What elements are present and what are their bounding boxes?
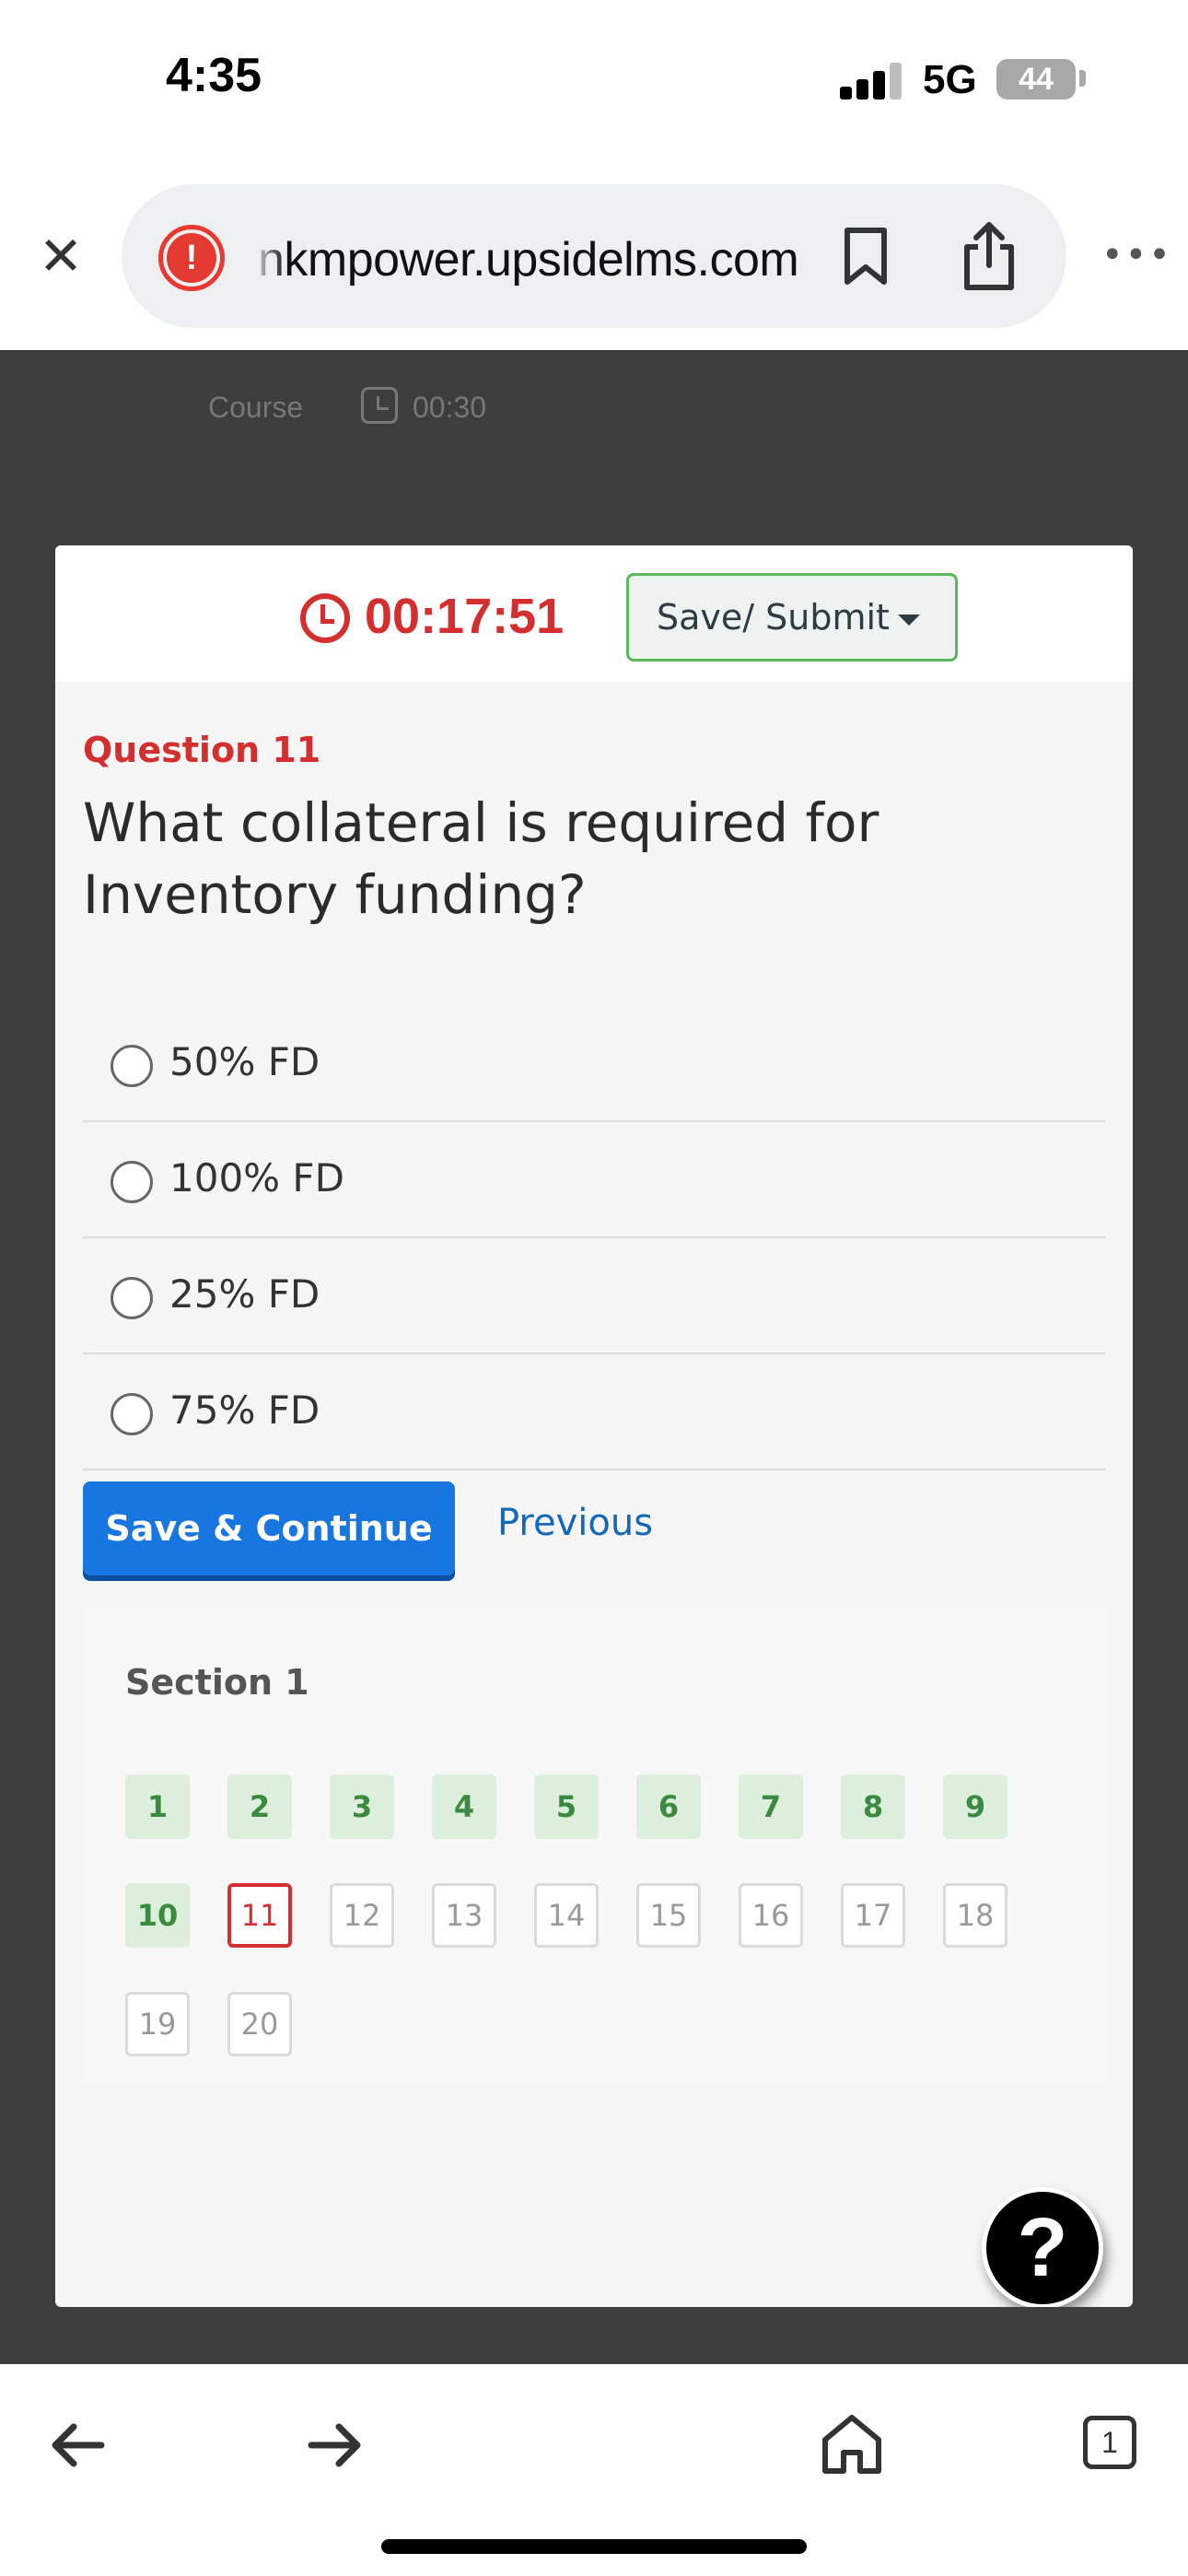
question-nav-button[interactable]: 19 <box>125 1992 190 2056</box>
back-icon[interactable] <box>50 2421 105 2469</box>
radio-button[interactable] <box>111 1277 153 1319</box>
more-icon[interactable]: ••• <box>1101 234 1172 276</box>
quiz-header: 00:17:51 Save/ Submit <box>55 545 1133 682</box>
save-continue-button[interactable]: Save & Continue <box>83 1481 455 1575</box>
forward-icon[interactable] <box>308 2421 363 2469</box>
question-nav-button[interactable]: 16 <box>739 1883 803 1948</box>
radio-button[interactable] <box>111 1161 153 1203</box>
help-button[interactable]: ? <box>982 2187 1103 2307</box>
answer-label[interactable]: 100% FD <box>169 1155 344 1200</box>
breadcrumb[interactable]: Course <box>208 391 303 425</box>
share-icon[interactable] <box>961 221 1017 291</box>
question-nav-button[interactable]: 10 <box>125 1883 190 1948</box>
question-nav-button[interactable]: 3 <box>330 1774 394 1839</box>
question-nav-button[interactable]: 14 <box>534 1883 599 1948</box>
question-nav-button[interactable]: 12 <box>330 1883 394 1948</box>
question-text: What collateral is required for Inventor… <box>83 791 879 926</box>
question-nav-button[interactable]: 15 <box>636 1883 701 1948</box>
answer-option[interactable]: 25% FD <box>83 1238 1105 1354</box>
question-nav-button[interactable]: 17 <box>841 1883 905 1948</box>
clock-icon <box>361 387 398 424</box>
question-nav-button[interactable]: 6 <box>636 1774 701 1839</box>
battery-icon: 44 <box>996 59 1076 100</box>
status-bar: 4:35 5G 44 <box>0 0 1188 175</box>
section-title: Section 1 <box>125 1662 309 1703</box>
caret-down-icon <box>898 615 920 626</box>
answer-label[interactable]: 75% FD <box>169 1388 320 1433</box>
network-type: 5G <box>923 57 977 102</box>
radio-button[interactable] <box>111 1393 153 1435</box>
radio-button[interactable] <box>111 1045 153 1087</box>
tabs-icon[interactable]: 1 <box>1083 2416 1136 2469</box>
url-text[interactable]: nkmpower.upsidelms.com <box>258 232 799 287</box>
url-fade <box>250 221 287 291</box>
question-nav-button[interactable]: 8 <box>841 1774 905 1839</box>
question-nav-button[interactable]: 1 <box>125 1774 190 1839</box>
answer-option[interactable]: 75% FD <box>83 1354 1105 1470</box>
previous-link[interactable]: Previous <box>497 1502 653 1544</box>
question-nav-button[interactable]: 5 <box>534 1774 599 1839</box>
timer-icon <box>300 593 350 643</box>
address-bar[interactable]: ! nkmpower.upsidelms.com <box>122 184 1066 328</box>
question-nav-button[interactable]: 11 <box>227 1883 292 1948</box>
question-nav-button[interactable]: 9 <box>943 1774 1007 1839</box>
bookmark-icon[interactable] <box>842 227 890 286</box>
question-nav-button[interactable]: 4 <box>432 1774 496 1839</box>
question-navigator: Section 1 1 2 3 4 5 6 7 8 9 10 11 12 13 14 15 16 17 18 19 2… <box>83 1605 1105 2084</box>
battery-tip <box>1079 70 1086 87</box>
close-icon[interactable]: ✕ <box>33 228 88 284</box>
quiz-modal: 00:17:51 Save/ Submit Question 11 What c… <box>55 545 1133 2307</box>
tab-count: 1 <box>1101 2426 1118 2459</box>
answer-label[interactable]: 50% FD <box>169 1039 320 1084</box>
question-nav-button[interactable]: 20 <box>227 1992 292 2056</box>
answer-option[interactable]: 100% FD <box>83 1122 1105 1238</box>
save-submit-dropdown[interactable]: Save/ Submit <box>626 573 958 662</box>
question-nav-button[interactable]: 13 <box>432 1883 496 1948</box>
question-number: Question 11 <box>83 730 321 770</box>
answer-option[interactable]: 50% FD <box>83 1006 1105 1122</box>
status-time: 4:35 <box>166 49 262 102</box>
answer-label[interactable]: 25% FD <box>169 1271 320 1317</box>
countdown-timer: 00:17:51 <box>365 589 565 644</box>
question-nav-button[interactable]: 7 <box>739 1774 803 1839</box>
warning-icon[interactable]: ! <box>158 225 225 291</box>
answer-options: 50% FD 100% FD 25% FD 75% FD <box>83 1006 1105 1470</box>
signal-icon <box>840 63 903 100</box>
question-nav-button[interactable]: 2 <box>227 1774 292 1839</box>
save-submit-label: Save/ Submit <box>657 597 890 638</box>
home-icon[interactable] <box>820 2412 884 2476</box>
elapsed-time: 00:30 <box>413 391 487 424</box>
question-nav-button[interactable]: 18 <box>943 1883 1007 1948</box>
home-indicator <box>381 2539 807 2554</box>
